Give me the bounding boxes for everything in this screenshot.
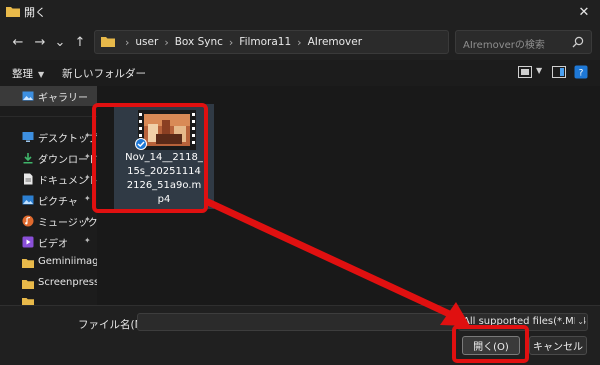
- address-bar[interactable]: › user › Box Sync › Filmora11 › AIremove…: [94, 30, 533, 54]
- search-icon: [572, 36, 584, 48]
- chevron-right-icon: ›: [164, 35, 169, 49]
- folder-icon: [22, 259, 34, 268]
- forward-button[interactable]: →: [30, 32, 50, 52]
- sidebar-item-label: Geminiimage: [38, 256, 97, 267]
- close-button[interactable]: ✕: [568, 0, 600, 24]
- music-icon: [22, 215, 34, 227]
- cancel-button[interactable]: キャンセル: [529, 336, 587, 355]
- pin-icon: ✦: [84, 131, 91, 140]
- pin-icon: ✦: [84, 215, 91, 224]
- organize-button[interactable]: 整理 ▼: [12, 66, 44, 81]
- navigation-bar: ← → ⌄ ↑ › user › Box Sync › Filmora11 › …: [0, 24, 600, 60]
- up-button[interactable]: ↑: [70, 32, 90, 52]
- chevron-down-icon: ⌄: [575, 317, 584, 326]
- sidebar-item-gallery[interactable]: ギャラリー: [0, 86, 97, 106]
- pin-icon: ✦: [84, 194, 91, 203]
- chevron-right-icon: ›: [125, 35, 130, 49]
- folder-icon: [22, 298, 34, 305]
- view-options-icon[interactable]: [518, 66, 532, 78]
- up-arrow-icon: ↑: [74, 34, 86, 50]
- breadcrumb-item[interactable]: Box Sync: [175, 36, 223, 48]
- chevron-down-icon: ▼: [38, 70, 45, 79]
- folder-icon: [101, 37, 115, 47]
- sidebar-item-folder[interactable]: [0, 294, 97, 305]
- pictures-icon: [22, 195, 34, 205]
- new-folder-button[interactable]: 新しいフォルダー: [62, 66, 146, 81]
- download-icon: [23, 153, 33, 164]
- video-icon: [22, 236, 34, 248]
- breadcrumb-item[interactable]: Filmora11: [239, 36, 291, 48]
- divider: [0, 116, 97, 117]
- title-bar: 開く ✕: [0, 0, 600, 24]
- close-icon: ✕: [578, 4, 590, 20]
- recent-locations-button[interactable]: ⌄: [50, 32, 70, 52]
- filename-field[interactable]: [137, 313, 455, 331]
- breadcrumb-item[interactable]: AIremover: [308, 36, 362, 48]
- help-icon[interactable]: ?: [574, 65, 588, 79]
- svg-text:?: ?: [579, 69, 584, 79]
- gallery-icon: [22, 91, 34, 101]
- sidebar-item-documents[interactable]: ドキュメント ✦: [0, 169, 97, 189]
- window-title: 開く: [24, 6, 46, 19]
- back-button[interactable]: ←: [8, 32, 28, 52]
- pin-icon: ✦: [84, 236, 91, 245]
- breadcrumb: › user › Box Sync › Filmora11 › AIremove…: [119, 31, 362, 53]
- open-button-highlight-box: [452, 325, 529, 363]
- chevron-down-icon: ⌄: [54, 34, 66, 50]
- sidebar-item-desktop[interactable]: デスクトップ ✦: [0, 127, 97, 147]
- chevron-right-icon: ›: [297, 35, 302, 49]
- forward-arrow-icon: →: [34, 34, 46, 50]
- breadcrumb-item[interactable]: user: [135, 36, 158, 48]
- pin-icon: ✦: [84, 173, 91, 182]
- chevron-down-icon[interactable]: ▼: [536, 66, 542, 75]
- sidebar-item-videos[interactable]: ビデオ ✦: [0, 232, 97, 252]
- sidebar-item-downloads[interactable]: ダウンロード ✦: [0, 148, 97, 168]
- document-icon: [24, 173, 33, 185]
- sidebar-item-label: ギャラリー: [38, 93, 88, 104]
- sidebar-item-pictures[interactable]: ピクチャ ✦: [0, 190, 97, 210]
- folder-icon: [6, 7, 20, 17]
- file-highlight-box: [92, 103, 208, 213]
- sidebar-item-geminiimage[interactable]: Geminiimage: [0, 253, 97, 273]
- pin-icon: ✦: [84, 152, 91, 161]
- sidebar-item-label: ピクチャ: [38, 197, 78, 208]
- command-bar: 整理 ▼ 新しいフォルダー ▼ ?: [0, 60, 600, 86]
- sidebar-item-screenpresso[interactable]: Screenpresso: [0, 274, 97, 294]
- back-arrow-icon: ←: [12, 34, 24, 50]
- preview-pane-icon[interactable]: [552, 65, 566, 79]
- navigation-pane: ギャラリー デスクトップ ✦ ダウンロード ✦ ドキュメント ✦ ピクチャ ✦ …: [0, 86, 97, 305]
- sidebar-item-label: ビデオ: [38, 239, 68, 250]
- search-placeholder: AIremoverの検索: [463, 40, 545, 51]
- sidebar-item-label: Screenpresso: [38, 277, 97, 288]
- sidebar-item-music[interactable]: ミュージック ✦: [0, 211, 97, 231]
- chevron-right-icon: ›: [228, 35, 234, 49]
- search-input[interactable]: AIremoverの検索: [455, 30, 592, 54]
- folder-icon: [22, 280, 34, 289]
- organize-label: 整理: [12, 68, 33, 80]
- desktop-icon: [22, 132, 34, 142]
